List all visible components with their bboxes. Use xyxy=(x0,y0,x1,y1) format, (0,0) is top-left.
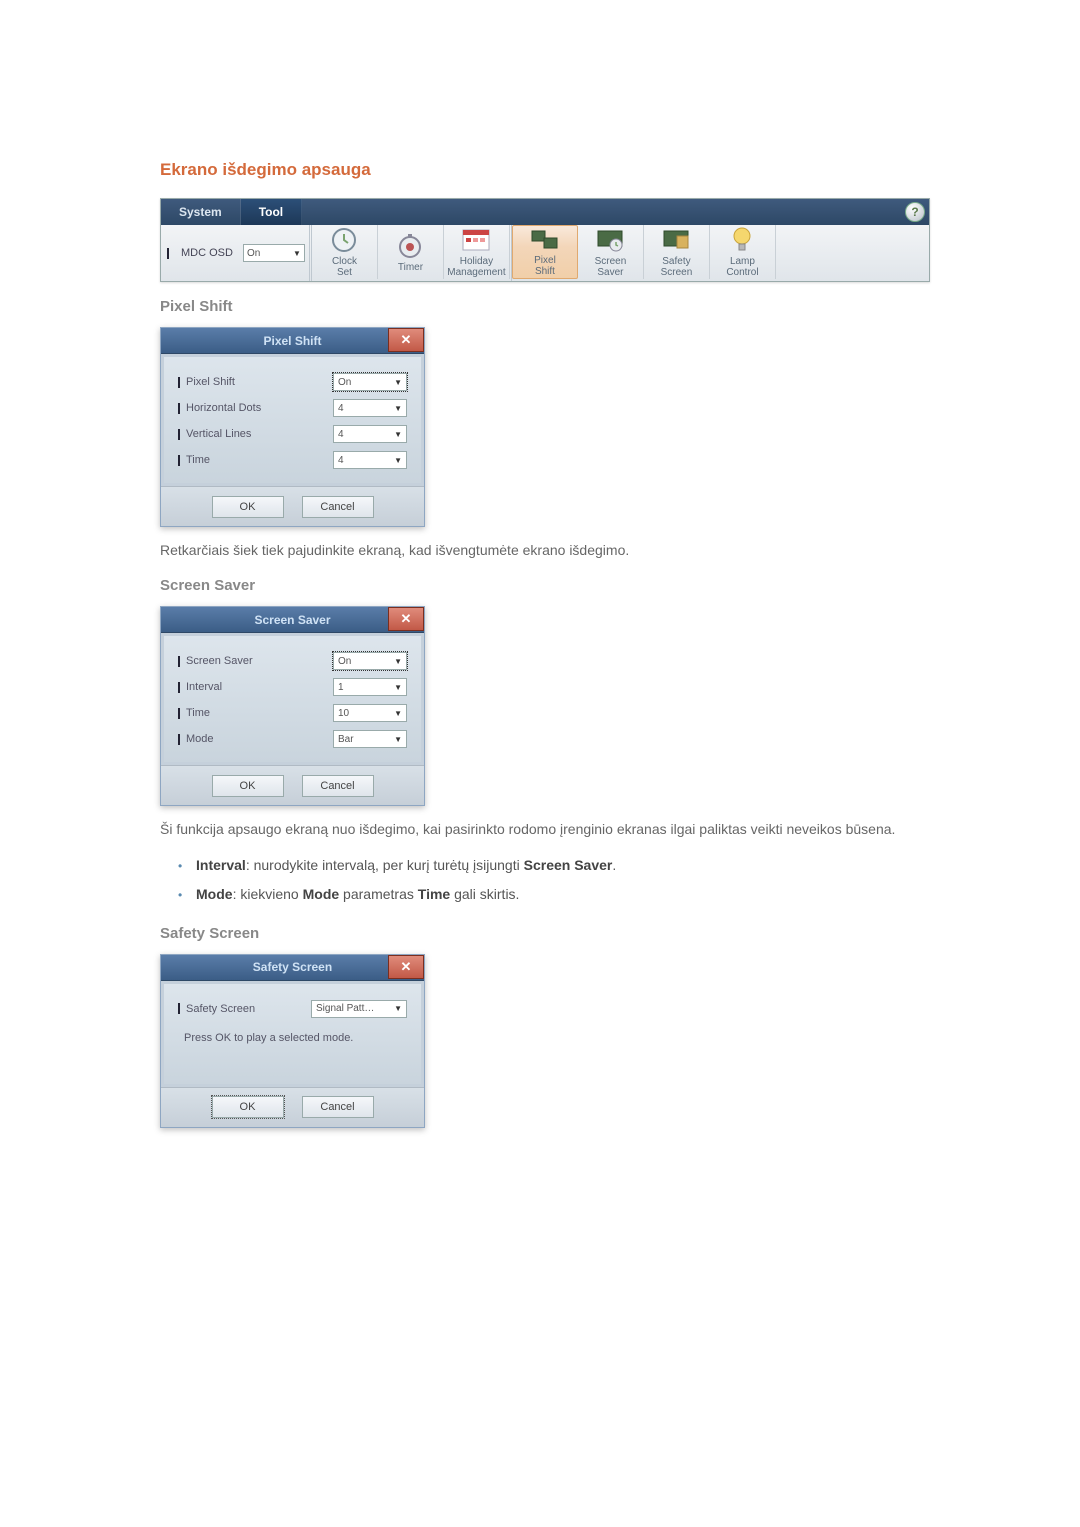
horizontal-dots-label: Horizontal Dots xyxy=(178,402,261,414)
safety-screen-field-label: Safety Screen xyxy=(178,1003,255,1015)
screen-saver-select[interactable]: On▼ xyxy=(333,652,407,670)
screen-saver-dialog: Screen Saver ✕ Screen Saver On▼ Interval… xyxy=(160,606,425,806)
pixel-shift-heading: Pixel Shift xyxy=(160,298,925,315)
help-icon[interactable]: ? xyxy=(905,202,925,222)
vertical-lines-label: Vertical Lines xyxy=(178,428,251,440)
time-select[interactable]: 4▼ xyxy=(333,451,407,469)
mdc-osd-value: On xyxy=(247,248,260,259)
close-icon[interactable]: ✕ xyxy=(388,955,424,979)
safety-screen-button[interactable]: Safety Screen xyxy=(644,225,710,279)
chevron-down-icon: ▼ xyxy=(394,683,402,692)
tab-tool[interactable]: Tool xyxy=(241,199,302,225)
screen-saver-field-label: Screen Saver xyxy=(178,655,253,667)
cancel-button[interactable]: Cancel xyxy=(302,496,374,518)
timer-button[interactable]: Timer xyxy=(378,225,444,279)
pixel-shift-description: Retkarčiais šiek tiek pajudinkite ekraną… xyxy=(160,539,925,561)
mode-select[interactable]: Bar▼ xyxy=(333,730,407,748)
time-select[interactable]: 10▼ xyxy=(333,704,407,722)
calendar-icon xyxy=(461,226,491,254)
pixel-shift-icon xyxy=(530,227,560,253)
safety-screen-heading: Safety Screen xyxy=(160,925,925,942)
dialog-title-text: Pixel Shift xyxy=(263,334,321,348)
close-icon[interactable]: ✕ xyxy=(388,607,424,631)
ok-button[interactable]: OK xyxy=(212,775,284,797)
safety-screen-icon xyxy=(661,226,691,254)
interval-select[interactable]: 1▼ xyxy=(333,678,407,696)
dialog-title-text: Screen Saver xyxy=(254,613,330,627)
cancel-button[interactable]: Cancel xyxy=(302,1096,374,1118)
time-label: Time xyxy=(178,707,210,719)
chevron-down-icon: ▼ xyxy=(293,249,301,258)
chevron-down-icon: ▼ xyxy=(394,430,402,439)
dialog-title: Safety Screen ✕ xyxy=(161,955,424,981)
holiday-button[interactable]: Holiday Management xyxy=(444,225,510,279)
dialog-title: Pixel Shift ✕ xyxy=(161,328,424,354)
screen-saver-heading: Screen Saver xyxy=(160,577,925,594)
time-label: Time xyxy=(178,454,210,466)
timer-icon xyxy=(395,232,425,260)
pixel-shift-dialog: Pixel Shift ✕ Pixel Shift On▼ Horizontal… xyxy=(160,327,425,527)
horizontal-dots-select[interactable]: 4▼ xyxy=(333,399,407,417)
pixel-shift-label: Pixel Shift xyxy=(534,255,556,277)
chevron-down-icon: ▼ xyxy=(394,1004,402,1013)
list-item: Mode: kiekvieno Mode parametras Time gal… xyxy=(160,884,925,905)
lamp-control-label: Lamp Control xyxy=(726,256,758,278)
chevron-down-icon: ▼ xyxy=(394,709,402,718)
safety-screen-dialog: Safety Screen ✕ Safety Screen Signal Pat… xyxy=(160,954,425,1128)
pixel-shift-button[interactable]: Pixel Shift xyxy=(512,225,578,279)
mode-label: Mode xyxy=(178,733,214,745)
tool-row: MDC OSD On ▼ Clock Set Timer xyxy=(161,225,929,281)
chevron-down-icon: ▼ xyxy=(394,735,402,744)
clock-set-label: Clock Set xyxy=(332,256,357,278)
chevron-down-icon: ▼ xyxy=(394,657,402,666)
ok-button[interactable]: OK xyxy=(212,496,284,518)
timer-label: Timer xyxy=(398,262,423,273)
toolbar: System Tool ? MDC OSD On ▼ Clock Set xyxy=(160,198,930,282)
list-item: Interval: nurodykite intervalą, per kurį… xyxy=(160,855,925,876)
tab-system[interactable]: System xyxy=(161,199,241,225)
section-title: Ekrano išdegimo apsauga xyxy=(160,160,925,180)
pixel-shift-field-label: Pixel Shift xyxy=(178,376,235,388)
safety-screen-label: Safety Screen xyxy=(661,256,693,278)
chevron-down-icon: ▼ xyxy=(394,378,402,387)
dialog-title: Screen Saver ✕ xyxy=(161,607,424,633)
vertical-lines-select[interactable]: 4▼ xyxy=(333,425,407,443)
mdc-osd-select[interactable]: On ▼ xyxy=(243,244,305,262)
ok-button[interactable]: OK xyxy=(212,1096,284,1118)
screen-saver-icon xyxy=(595,226,625,254)
pixel-shift-select[interactable]: On▼ xyxy=(333,373,407,391)
lamp-icon xyxy=(727,226,757,254)
bullet-list: Interval: nurodykite intervalą, per kurį… xyxy=(160,855,925,905)
chevron-down-icon: ▼ xyxy=(394,404,402,413)
chevron-down-icon: ▼ xyxy=(394,456,402,465)
cancel-button[interactable]: Cancel xyxy=(302,775,374,797)
dialog-title-text: Safety Screen xyxy=(253,960,332,974)
mdc-osd-group: MDC OSD On ▼ xyxy=(161,225,310,281)
screen-saver-button[interactable]: Screen Saver xyxy=(578,225,644,279)
lamp-control-button[interactable]: Lamp Control xyxy=(710,225,776,279)
screen-saver-description: Ši funkcija apsaugo ekraną nuo išdegimo,… xyxy=(160,818,925,840)
clock-icon xyxy=(329,226,359,254)
dialog-message: Press OK to play a selected mode. xyxy=(178,1022,407,1074)
clock-set-button[interactable]: Clock Set xyxy=(312,225,378,279)
close-icon[interactable]: ✕ xyxy=(388,328,424,352)
holiday-label: Holiday Management xyxy=(447,256,505,278)
tab-row: System Tool ? xyxy=(161,199,929,225)
mdc-osd-label: MDC OSD xyxy=(173,247,237,259)
screen-saver-label: Screen Saver xyxy=(595,256,627,278)
interval-label: Interval xyxy=(178,681,222,693)
safety-screen-select[interactable]: Signal Patt…▼ xyxy=(311,1000,407,1018)
